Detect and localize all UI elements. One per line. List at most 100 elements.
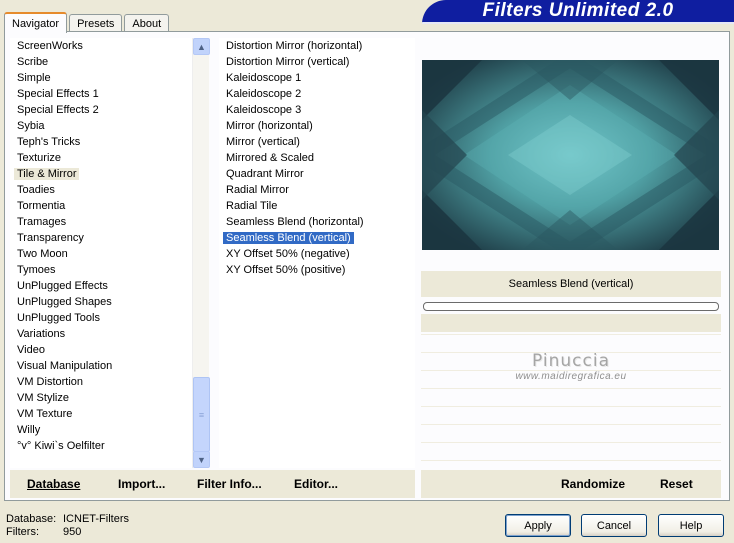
category-item[interactable]: VM Stylize (10, 390, 192, 406)
parameter-row (421, 352, 721, 370)
category-item[interactable]: Simple (10, 70, 192, 86)
category-item[interactable]: Two Moon (10, 246, 192, 262)
filter-item[interactable]: Radial Mirror (219, 182, 415, 198)
category-item[interactable]: Willy (10, 422, 192, 438)
category-item-label: °v° Kiwi`s Oelfilter (17, 440, 105, 452)
apply-button[interactable]: Apply (505, 514, 571, 537)
category-item-label: Tile & Mirror (14, 168, 80, 180)
status-area: Database: ICNET-Filters Filters: 950 (6, 513, 129, 539)
category-item[interactable]: Texturize (10, 150, 192, 166)
category-item-label: Variations (17, 328, 66, 340)
button-label: Help (679, 519, 703, 532)
category-scrollbar[interactable]: ▲ ≡ ▼ (192, 38, 210, 468)
filter-item-label: Distortion Mirror (vertical) (226, 56, 350, 68)
filter-item[interactable]: Mirrored & Scaled (219, 150, 415, 166)
scroll-up-button[interactable]: ▲ (193, 38, 210, 55)
filter-item[interactable]: Quadrant Mirror (219, 166, 415, 182)
filter-item-label: Distortion Mirror (horizontal) (226, 40, 363, 52)
scroll-thumb[interactable]: ≡ (193, 377, 210, 452)
scroll-down-button[interactable]: ▼ (193, 451, 210, 468)
filter-item[interactable]: Radial Tile (219, 198, 415, 214)
tab-presets[interactable]: Presets (69, 14, 123, 32)
database-label: Database: (6, 513, 57, 525)
category-item[interactable]: UnPlugged Tools (10, 310, 192, 326)
category-item[interactable]: Toadies (10, 182, 192, 198)
filter-item[interactable]: Seamless Blend (vertical) (219, 230, 415, 246)
category-item[interactable]: Tile & Mirror (10, 166, 192, 182)
parameter-row (421, 406, 721, 424)
category-item[interactable]: Tormentia (10, 198, 192, 214)
title-banner: Filters Unlimited 2.0 (422, 0, 734, 24)
tab-navigator[interactable]: Navigator (4, 12, 68, 33)
filter-item[interactable]: Distortion Mirror (vertical) (219, 54, 415, 70)
category-item[interactable]: VM Texture (10, 406, 192, 422)
category-item-label: Special Effects 1 (17, 88, 99, 100)
category-item[interactable]: UnPlugged Effects (10, 278, 192, 294)
category-list[interactable]: ScreenWorks Scribe Simple Special Effects 1… (10, 38, 192, 468)
database-button[interactable]: Database (27, 477, 80, 491)
filter-item-label: Mirrored & Scaled (226, 152, 315, 164)
cancel-button[interactable]: Cancel (581, 514, 647, 537)
editor-button[interactable]: Editor... (294, 477, 338, 491)
filter-item-label: XY Offset 50% (positive) (226, 264, 346, 276)
category-item[interactable]: Variations (10, 326, 192, 342)
category-item[interactable]: Special Effects 2 (10, 102, 192, 118)
category-item-label: Tramages (17, 216, 67, 228)
button-label: Reset (660, 477, 693, 491)
filter-item[interactable]: XY Offset 50% (negative) (219, 246, 415, 262)
category-item[interactable]: UnPlugged Shapes (10, 294, 192, 310)
category-item-label: Visual Manipulation (17, 360, 113, 372)
category-item[interactable]: ScreenWorks (10, 38, 192, 54)
filter-item[interactable]: XY Offset 50% (positive) (219, 262, 415, 278)
category-item[interactable]: Transparency (10, 230, 192, 246)
filter-item[interactable]: Kaleidoscope 2 (219, 86, 415, 102)
filter-item[interactable]: Kaleidoscope 3 (219, 102, 415, 118)
reset-button[interactable]: Reset (660, 477, 693, 491)
category-item[interactable]: Special Effects 1 (10, 86, 192, 102)
tab-about[interactable]: About (124, 14, 170, 32)
database-value: ICNET-Filters (63, 513, 129, 525)
category-item-label: UnPlugged Effects (17, 280, 108, 292)
filter-item-label: Kaleidoscope 2 (226, 88, 302, 100)
filter-item[interactable]: Mirror (horizontal) (219, 118, 415, 134)
category-item[interactable]: VM Distortion (10, 374, 192, 390)
filter-item[interactable]: Distortion Mirror (horizontal) (219, 38, 415, 54)
category-item[interactable]: Tymoes (10, 262, 192, 278)
category-item[interactable]: Teph's Tricks (10, 134, 192, 150)
category-item[interactable]: Visual Manipulation (10, 358, 192, 374)
filter-list[interactable]: Distortion Mirror (horizontal) Distortion… (219, 38, 415, 468)
filters-count: 950 (63, 526, 82, 538)
category-item-label: Transparency (17, 232, 84, 244)
filter-item-label: Seamless Blend (horizontal) (226, 216, 364, 228)
navigator-panel: ScreenWorks Scribe Simple Special Effects 1… (4, 31, 730, 501)
import-button[interactable]: Import... (118, 477, 165, 491)
preview-image (422, 60, 719, 250)
category-item-label: Tormentia (17, 200, 66, 212)
category-item-label: UnPlugged Tools (17, 312, 100, 324)
tab-label: About (132, 17, 162, 30)
filter-item-label: Kaleidoscope 1 (226, 72, 302, 84)
help-button[interactable]: Help (658, 514, 724, 537)
category-item[interactable]: Video (10, 342, 192, 358)
filter-item[interactable]: Seamless Blend (horizontal) (219, 214, 415, 230)
filter-item-label: Mirror (horizontal) (226, 120, 313, 132)
randomize-button[interactable]: Randomize (561, 477, 625, 491)
category-item-label: Teph's Tricks (17, 136, 81, 148)
category-item[interactable]: Sybia (10, 118, 192, 134)
category-item[interactable]: °v° Kiwi`s Oelfilter (10, 438, 192, 454)
category-item[interactable]: Scribe (10, 54, 192, 70)
filter-item[interactable]: Mirror (vertical) (219, 134, 415, 150)
category-item-label: Toadies (17, 184, 55, 196)
category-item[interactable]: Tramages (10, 214, 192, 230)
current-filter-name: Seamless Blend (vertical) (421, 271, 721, 297)
category-item-label: Simple (17, 72, 51, 84)
filter-info-button[interactable]: Filter Info... (197, 477, 262, 491)
button-label: Database (27, 477, 81, 491)
category-item-label: VM Texture (17, 408, 73, 420)
filter-item-label: Radial Tile (226, 200, 278, 212)
tab-strip: Navigator Presets About (4, 10, 171, 33)
category-item-label: Video (17, 344, 45, 356)
category-item-label: ScreenWorks (17, 40, 83, 52)
filter-item[interactable]: Kaleidoscope 1 (219, 70, 415, 86)
preview-button-bar: Randomize Reset (421, 470, 721, 498)
